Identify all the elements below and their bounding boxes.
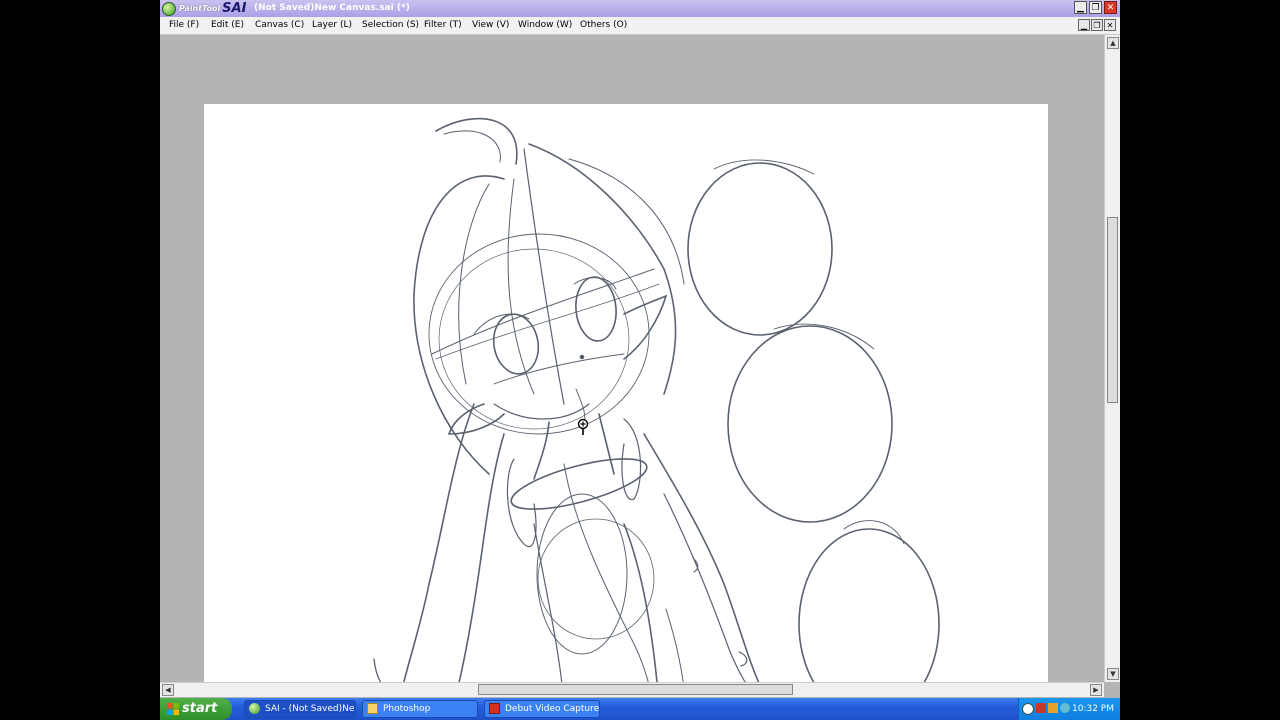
- menu-canvas[interactable]: Canvas (C): [255, 20, 304, 30]
- menu-bar: File (F) Edit (E) Canvas (C) Layer (L) S…: [160, 17, 1120, 35]
- window-title: (Not Saved)New Canvas.sai (*): [254, 3, 410, 13]
- sketch-stroke: [493, 403, 590, 420]
- start-label: start: [182, 701, 218, 716]
- sketch-stroke: [536, 493, 628, 655]
- sketch-stroke: [523, 148, 565, 405]
- sketch-stroke: [537, 518, 655, 640]
- sketch-stroke: [507, 178, 535, 395]
- taskbar-item-sai[interactable]: SAI - (Not Saved)Ne...: [244, 700, 356, 718]
- app-logo: PaintTool SAI: [162, 1, 246, 16]
- scroll-down-arrow-icon[interactable]: ▼: [1107, 668, 1119, 680]
- menu-filter[interactable]: Filter (T): [424, 20, 462, 30]
- taskbar-item-label: SAI - (Not Saved)Ne...: [265, 704, 356, 714]
- app-logo-big-text: SAI: [222, 1, 247, 16]
- sketch-stroke: [435, 283, 660, 360]
- menu-layer[interactable]: Layer (L): [312, 20, 352, 30]
- sketch-stroke: [438, 248, 630, 430]
- sketch-stroke: [598, 413, 615, 475]
- sketch-stroke: [575, 276, 617, 342]
- menu-view[interactable]: View (V): [472, 20, 509, 30]
- vertical-scroll-thumb[interactable]: [1107, 217, 1118, 403]
- maximize-button[interactable]: ❐: [1089, 1, 1102, 14]
- windows-flag-icon: [167, 703, 179, 715]
- desktop: PaintTool SAI (Not Saved)New Canvas.sai …: [0, 0, 1280, 720]
- sketch-stroke: [492, 313, 540, 375]
- app-logo-small-text: PaintTool: [179, 4, 221, 13]
- sketch-stroke: [533, 523, 563, 682]
- sketch-stroke: [687, 162, 833, 336]
- sketch-stroke: [458, 433, 505, 682]
- title-bar[interactable]: PaintTool SAI (Not Saved)New Canvas.sai …: [160, 0, 1120, 17]
- video-capture-icon: [489, 703, 500, 714]
- canvas-minimize-button[interactable]: ▁: [1078, 19, 1090, 31]
- taskbar-item-photoshop[interactable]: Photoshop: [362, 700, 478, 718]
- app-logo-icon: [162, 1, 176, 16]
- tray-record-icon[interactable]: [1036, 703, 1046, 713]
- sketch-stroke: [798, 528, 940, 682]
- magnifier-plus-icon: [577, 418, 589, 435]
- taskbar-item-label: Photoshop: [383, 704, 431, 714]
- horizontal-scroll-thumb[interactable]: [478, 684, 793, 695]
- menu-file[interactable]: File (F): [169, 20, 199, 30]
- minimize-button[interactable]: ▁: [1074, 1, 1087, 14]
- sketch-stroke: [458, 183, 490, 385]
- scroll-up-arrow-icon[interactable]: ▲: [1107, 37, 1119, 49]
- canvas-paper[interactable]: [204, 104, 1048, 682]
- scroll-right-arrow-icon[interactable]: ▶: [1090, 684, 1102, 696]
- sketch-stroke: [623, 523, 658, 682]
- sketch-stroke: [643, 433, 760, 682]
- tray-chevron-icon[interactable]: [1022, 703, 1034, 715]
- sketch-stroke: [579, 354, 585, 360]
- sketch-stroke: [510, 458, 648, 510]
- canvas-restore-button[interactable]: ❐: [1091, 19, 1103, 31]
- scroll-left-arrow-icon[interactable]: ◀: [162, 684, 174, 696]
- taskbar: start SAI - (Not Saved)Ne... Photoshop D…: [160, 698, 1120, 720]
- canvas-close-button[interactable]: ✕: [1104, 19, 1116, 31]
- taskbar-item-label: Debut Video Capture ...: [505, 704, 600, 714]
- sketch-stroke: [665, 608, 684, 682]
- sketch-stroke: [568, 158, 685, 285]
- menu-others[interactable]: Others (O): [580, 20, 627, 30]
- sketch-stroke: [373, 658, 382, 682]
- sketch-stroke: [727, 325, 893, 523]
- taskbar-item-debut-video-capture[interactable]: Debut Video Capture ...: [484, 700, 600, 718]
- menu-window[interactable]: Window (W): [518, 20, 572, 30]
- close-button[interactable]: ✕: [1104, 1, 1117, 14]
- sketch-stroke: [533, 421, 550, 480]
- app-window: PaintTool SAI (Not Saved)New Canvas.sai …: [160, 0, 1120, 698]
- sketch-stroke: [738, 651, 748, 667]
- tray-app-icon[interactable]: [1048, 703, 1058, 713]
- sketch-stroke: [443, 130, 501, 163]
- folder-icon: [367, 703, 378, 714]
- menu-selection[interactable]: Selection (S): [362, 20, 419, 30]
- sketch-stroke: [447, 403, 505, 435]
- sketch-stroke: [623, 294, 668, 360]
- horizontal-scrollbar[interactable]: ◀ ▶: [160, 682, 1104, 697]
- sketch-drawing: [373, 117, 940, 682]
- start-button[interactable]: start: [160, 698, 232, 720]
- sketch-stroke: [435, 117, 518, 165]
- menu-edit[interactable]: Edit (E): [211, 20, 244, 30]
- tray-network-icon[interactable]: [1060, 703, 1070, 713]
- sketch-stroke: [563, 463, 649, 682]
- vertical-scrollbar[interactable]: ▲ ▼: [1104, 35, 1120, 682]
- sai-app-icon: [249, 703, 260, 714]
- clock[interactable]: 10:32 PM: [1072, 704, 1114, 714]
- canvas-view[interactable]: [160, 35, 1103, 682]
- system-tray: 10:32 PM: [1018, 698, 1120, 720]
